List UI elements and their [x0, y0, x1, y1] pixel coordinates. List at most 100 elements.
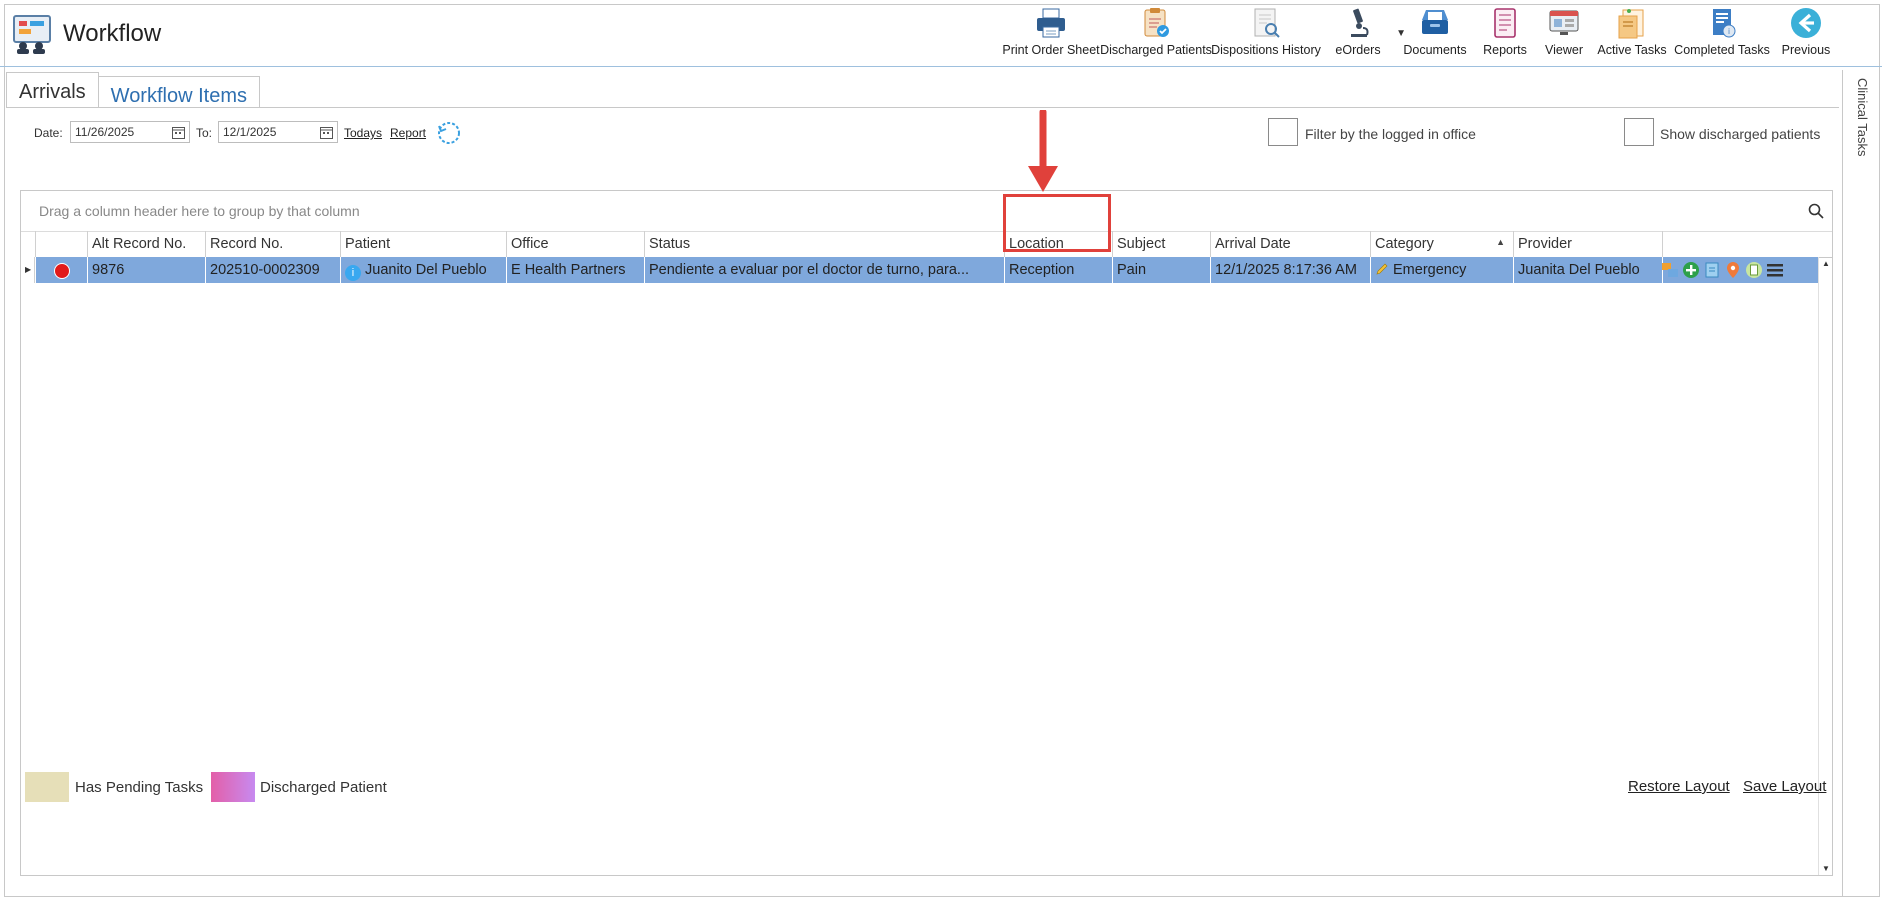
row-action-icons: [1661, 261, 1784, 279]
app-header: Workflow Print Order Sheet Discharged Pa…: [0, 0, 1882, 67]
report-link[interactable]: Report: [390, 126, 426, 140]
discharged-patients-icon: [1144, 8, 1169, 37]
reports-label: Reports: [1483, 43, 1527, 57]
column-header-provider[interactable]: Provider: [1513, 231, 1662, 257]
discharged-patient-swatch: [211, 772, 255, 802]
tab-workflow-items[interactable]: Workflow Items: [98, 76, 260, 108]
cell-subject: Pain: [1112, 257, 1210, 283]
completed-tasks-label: Completed Tasks: [1674, 43, 1770, 57]
reports-button[interactable]: Reports: [1476, 6, 1534, 62]
column-header-category-label: Category: [1375, 236, 1434, 252]
patient-name: Juanito Del Pueblo: [365, 262, 487, 278]
print-order-sheet-button[interactable]: Print Order Sheet: [1000, 6, 1102, 62]
viewer-label: Viewer: [1545, 43, 1583, 57]
category-text: Emergency: [1393, 262, 1467, 278]
discharged-patients-label: Discharged Patients: [1100, 43, 1212, 57]
dispositions-history-icon: [1254, 8, 1280, 38]
filter-bar: Date: 11/26/2025 To: 12/1/2025 Todays Re…: [28, 118, 1828, 146]
cell-location: Reception: [1004, 257, 1112, 283]
todays-link[interactable]: Todays: [344, 126, 382, 140]
cell-provider: Juanita Del Pueblo: [1513, 257, 1662, 283]
column-header-arrival-date[interactable]: Arrival Date: [1210, 231, 1370, 257]
back-arrow-icon: [1791, 8, 1821, 38]
save-layout-link[interactable]: Save Layout: [1743, 778, 1826, 795]
clipboard-icon[interactable]: [1745, 261, 1763, 279]
active-tasks-button[interactable]: Active Tasks: [1594, 6, 1670, 62]
dispositions-history-button[interactable]: Dispositions History: [1210, 6, 1322, 62]
cell-office: E Health Partners: [506, 257, 644, 283]
legend-pending-tasks: Has Pending Tasks: [75, 779, 204, 796]
eorders-button[interactable]: eOrders ▼: [1322, 6, 1406, 62]
refresh-icon[interactable]: [436, 120, 462, 146]
active-tasks-label: Active Tasks: [1597, 43, 1667, 57]
cell-alt-record-no: 9876: [87, 257, 205, 283]
discharged-patients-button[interactable]: Discharged Patients: [1100, 6, 1212, 62]
search-icon[interactable]: [1808, 203, 1824, 219]
date-to-value: 12/1/2025: [223, 125, 277, 139]
main-panel: Arrivals Workflow Items Date: 11/26/2025…: [6, 70, 1839, 896]
group-hint: Drag a column header here to group by th…: [39, 203, 360, 219]
clinical-tasks-side-panel[interactable]: Clinical Tasks: [1842, 70, 1879, 896]
toolbar: Print Order Sheet Discharged Patients Di…: [1000, 6, 1838, 62]
column-header-record-no[interactable]: Record No.: [205, 231, 340, 257]
documents-label: Documents: [1403, 43, 1467, 57]
documents-tray-icon: [1422, 10, 1448, 34]
previous-label: Previous: [1781, 43, 1831, 57]
status-dot-icon: [54, 263, 70, 279]
to-label: To:: [196, 126, 213, 140]
cell-arrival-date: 12/1/2025 8:17:36 AM: [1210, 257, 1370, 283]
restore-layout-link[interactable]: Restore Layout: [1628, 778, 1730, 795]
viewer-button[interactable]: Viewer: [1534, 6, 1594, 62]
column-header-subject[interactable]: Subject: [1112, 231, 1210, 257]
app-title: Workflow: [63, 20, 162, 47]
sort-ascending-icon: ▲: [1496, 237, 1505, 247]
column-header-alt-record-no[interactable]: Alt Record No.: [87, 231, 205, 257]
printer-icon: [1037, 8, 1065, 38]
microscope-icon: [1351, 8, 1369, 37]
table-row[interactable]: ▶ 9876 202510-0002309 i Juanito Del Puebl…: [21, 257, 1832, 283]
filter-office-label: Filter by the logged in office: [1305, 126, 1476, 142]
clinical-tasks-label: Clinical Tasks: [1855, 78, 1870, 157]
column-header-location[interactable]: Location: [1004, 231, 1112, 257]
date-from-value: 11/26/2025: [75, 125, 135, 139]
menu-icon[interactable]: [1766, 261, 1784, 279]
completed-tasks-button[interactable]: i Completed Tasks: [1670, 6, 1774, 62]
column-header-actions[interactable]: [1662, 231, 1818, 257]
show-discharged-checkbox[interactable]: [1624, 118, 1654, 146]
calendar-icon[interactable]: [172, 126, 185, 139]
location-pin-icon[interactable]: [1724, 261, 1742, 279]
eorders-label: eOrders: [1335, 43, 1381, 57]
show-discharged-label: Show discharged patients: [1660, 126, 1821, 142]
date-from-input[interactable]: 11/26/2025: [70, 121, 190, 143]
previous-button[interactable]: Previous: [1774, 6, 1838, 62]
transfer-icon[interactable]: [1661, 261, 1679, 279]
cell-category: Emergency: [1370, 257, 1513, 283]
column-header-category[interactable]: Category ▲: [1370, 231, 1513, 257]
calendar-icon[interactable]: [320, 126, 333, 139]
tab-strip: Arrivals Workflow Items: [6, 72, 260, 108]
active-tasks-icon: [1618, 9, 1644, 39]
pencil-icon: [1376, 263, 1388, 275]
workflow-grid: Drag a column header here to group by th…: [20, 190, 1833, 876]
scroll-down-icon[interactable]: ▼: [1822, 864, 1830, 873]
column-header-status-indicator[interactable]: [35, 231, 87, 257]
grid-header-row: Alt Record No. Record No. Patient Office…: [21, 231, 1832, 258]
tab-arrivals[interactable]: Arrivals: [6, 72, 99, 108]
row-status-cell: [35, 257, 87, 283]
patient-info-icon[interactable]: i: [345, 265, 361, 281]
date-to-input[interactable]: 12/1/2025: [218, 121, 338, 143]
add-icon[interactable]: [1682, 261, 1700, 279]
completed-tasks-icon: i: [1713, 9, 1736, 38]
documents-button[interactable]: Documents: [1394, 6, 1476, 62]
cell-patient: i Juanito Del Pueblo: [340, 257, 506, 283]
date-label: Date:: [34, 126, 63, 140]
row-expand-icon[interactable]: ▶: [21, 257, 35, 283]
svg-text:i: i: [1728, 27, 1730, 36]
scroll-up-icon[interactable]: ▲: [1822, 259, 1830, 268]
column-header-status[interactable]: Status: [644, 231, 1004, 257]
column-header-office[interactable]: Office: [506, 231, 644, 257]
note-icon[interactable]: [1703, 261, 1721, 279]
column-header-patient[interactable]: Patient: [340, 231, 506, 257]
group-panel[interactable]: Drag a column header here to group by th…: [21, 191, 1832, 232]
filter-office-checkbox[interactable]: [1268, 118, 1298, 146]
